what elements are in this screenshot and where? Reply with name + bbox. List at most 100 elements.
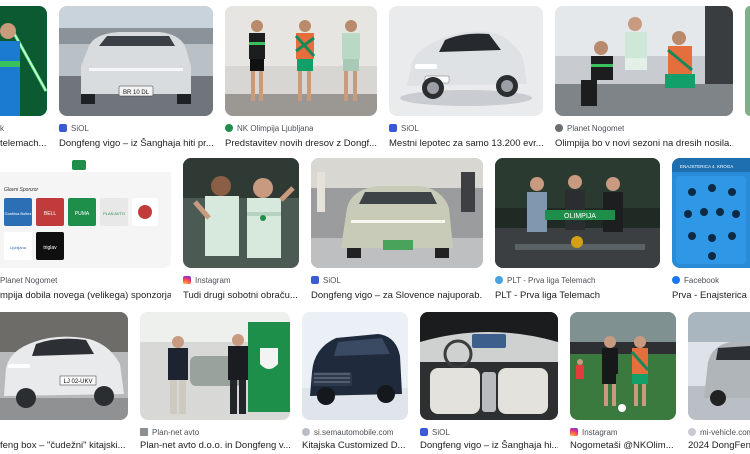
result-tile[interactable]: OLIMPIJA PLT - Prva liga Telemach PLT - … [495,158,660,301]
plan-net-icon [140,428,148,436]
result-title[interactable]: PLT - Prva liga Telemach [495,290,660,304]
result-thumbnail[interactable] [302,312,408,420]
sponsor-logo: BELL [44,211,56,217]
result-title[interactable]: Dongfeng vigo – iz Šanghaja hi... [420,440,558,454]
result-tile[interactable]: Instagram Nogometaši @NKOlim... [570,312,676,451]
result-thumbnail[interactable] [420,312,558,420]
planet-nogomet-icon [555,124,563,132]
result-thumbnail[interactable] [225,6,377,116]
result-source-label: PLT - Prva liga Telemach [507,275,596,285]
result-tile[interactable]: LJ 02-UKV feng box – "čudežni" kitajski.… [0,312,128,451]
result-title[interactable]: Plan-net avto d.o.o. in Dongfeng v... [140,440,290,454]
result-title[interactable]: 2024 DongFen... [688,440,750,454]
result-thumbnail[interactable]: BR 10 DL [59,6,213,116]
result-thumbnail[interactable] [311,158,483,268]
showroom-suv-image [311,158,483,268]
result-tile[interactable]: si.semautomobile.com Kitajska Customized… [302,312,408,451]
result-title[interactable]: Tudi drugi sobotni obraču... [183,290,299,304]
semautomobile-icon [302,428,310,436]
result-source-label: Planet Nogomet [567,123,625,133]
result-title[interactable]: Prva - Enajsterica 4... [672,290,750,304]
result-source-label: Planet Nogomet [0,275,58,285]
result-source: SiOL [59,122,89,134]
result-title[interactable]: mpija dobila novega (velikega) sponzorja… [0,290,171,304]
result-thumbnail[interactable] [183,158,299,268]
result-tile[interactable]: Instagram Tudi drugi sobotni obraču... [183,158,299,301]
license-plate: BR 10 DL [123,90,150,96]
result-thumbnail[interactable]: LJ 02-UKV [0,312,128,420]
sponsor-logo: PUMA [75,211,90,217]
lineup-title: ENAJSTERICA 4. KROGA [680,164,733,169]
result-tile[interactable]: Plan-net avto Plan-net avto d.o.o. in Do… [140,312,290,451]
lineup-graphic-image: ENAJSTERICA 4. KROGA [672,158,750,268]
result-source-label: SiOL [401,123,419,133]
result-thumbnail[interactable] [570,312,676,420]
result-tile[interactable]: Glavni Sponzor Gostilna Boltez BELL PUMA… [0,158,171,301]
result-thumbnail[interactable] [555,6,733,116]
result-tile[interactable] [745,6,750,146]
result-tile[interactable]: k telemach... [0,6,47,149]
dark-minivan-image [302,312,408,420]
three-players-seated-image [555,6,733,116]
result-thumbnail[interactable]: OLIMPIJA [495,158,660,268]
result-thumbnail[interactable] [140,312,290,420]
result-thumbnail[interactable]: ENAJSTERICA 4. KROGA [672,158,750,268]
result-title[interactable]: feng box – "čudežni" kitajski... [0,440,128,454]
result-thumbnail[interactable] [0,6,47,116]
result-tile[interactable]: SiOL Dongfeng vigo – za Slovence najupor… [311,158,483,301]
siol-icon [311,276,319,284]
result-tile[interactable]: ENAJSTERICA 4. KROGA Facebook Prva - Ena… [672,158,750,301]
result-title[interactable]: Dongfeng vigo – iz Šanghaja hiti pr... [59,138,213,152]
mi-vehicle-icon [688,428,696,436]
sponsor-logo: Gostilna Boltez [5,211,32,216]
result-title[interactable]: Nogometaši @NKOlim... [570,440,676,454]
result-thumbnail[interactable] [745,6,750,116]
silver-suv-image: BR 10 DL [59,6,213,116]
sponsors-heading: Glavni Sponzor [4,187,39,193]
result-title[interactable]: Mestni lepotec za samo 13.200 evr... [389,138,543,152]
grey-suv-image [688,312,750,420]
nk-olimpija-icon [225,124,233,132]
result-title[interactable]: Kitajska Customized D... [302,440,408,454]
license-plate: LJ 02-UKV [63,379,92,385]
player-light-image [0,6,47,116]
result-source: mi-vehicle.com [688,426,750,438]
result-source-label: Instagram [582,427,618,437]
result-tile[interactable]: SiOL Dongfeng vigo – iz Šanghaja hi... [420,312,558,451]
result-source: Instagram [570,426,618,438]
sponsor-logo: triglav [43,245,57,251]
result-tile[interactable]: SiOL Mestni lepotec za samo 13.200 evr..… [389,6,543,149]
press-conference-image: OLIMPIJA [495,158,660,268]
result-thumbnail[interactable] [688,312,750,420]
result-source-label: SiOL [323,275,341,285]
instagram-icon [183,276,191,284]
result-source-label: NK Olimpija Ljubljana [237,123,314,133]
result-source: NK Olimpija Ljubljana [225,122,313,134]
football-match-image [570,312,676,420]
result-source-label: Facebook [684,275,720,285]
result-tile[interactable]: Planet Nogomet Olimpija bo v novi sezoni… [555,6,733,149]
result-tile[interactable]: mi-vehicle.com 2024 DongFen... [688,312,750,451]
sponsor-logo: Ljubljana [10,245,27,250]
result-source: Planet Nogomet [0,274,57,286]
result-source: Plan-net avto [140,426,199,438]
sponsors-page-image: Glavni Sponzor Gostilna Boltez BELL PUMA… [0,158,171,268]
result-title[interactable]: telemach... [0,138,46,152]
instagram-icon [570,428,578,436]
result-title[interactable]: Predstavitev novih dresov z Dongf... [225,138,377,152]
car-interior-image [420,312,558,420]
result-source: Instagram [183,274,231,286]
result-tile[interactable]: NK Olimpija Ljubljana Predstavitev novih… [225,6,377,149]
result-source: PLT - Prva liga Telemach [495,274,595,286]
result-tile[interactable]: BR 10 DL SiOL Dongfeng vigo – iz Šanghaj… [59,6,213,149]
banner-text: OLIMPIJA [564,213,596,220]
result-title[interactable]: Olimpija bo v novi sezoni na dresih nosi… [555,138,733,152]
result-title[interactable]: Dongfeng vigo – za Slovence najuporab... [311,290,483,304]
result-source-label: SiOL [432,427,450,437]
result-thumbnail[interactable] [389,6,543,116]
result-source: SiOL [389,122,419,134]
result-source-label: mi-vehicle.com [700,427,750,437]
result-source: SiOL [311,274,341,286]
result-thumbnail[interactable]: Glavni Sponzor Gostilna Boltez BELL PUMA… [0,158,171,268]
facebook-icon [672,276,680,284]
